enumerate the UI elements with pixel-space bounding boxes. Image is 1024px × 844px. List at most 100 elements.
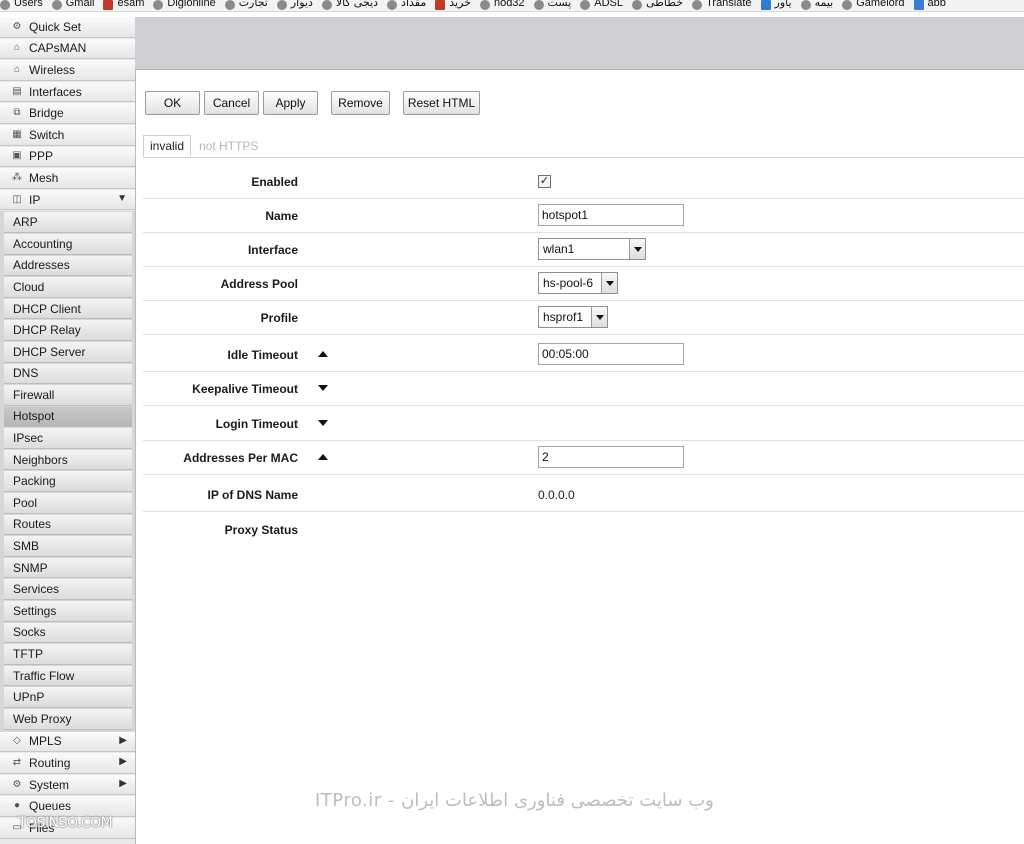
bookmark-item[interactable]: Digionline [153,0,216,10]
profile-select[interactable]: hsprof1 [538,306,608,328]
expand-arrow-icon[interactable] [318,420,328,426]
sidebar-item-bridge[interactable]: ⧉ Bridge [0,103,135,124]
submenu-item-addresses[interactable]: Addresses [4,255,132,277]
bookmark-item[interactable]: مقداد [387,0,426,10]
cancel-button[interactable]: Cancel [204,91,259,115]
bookmarks-bar: Users Gmail esam Digionline تجارت دیوار دیجی ک… [0,0,1024,12]
ip-of-dns-name-value: 0.0.0.0 [538,488,575,502]
chevron-down-icon[interactable] [591,307,607,327]
bookmark-item[interactable]: esam [103,0,144,10]
favicon-icon [153,0,164,10]
submenu-item-hotspot[interactable]: Hotspot [4,406,132,428]
enabled-checkbox[interactable]: ✓ [538,175,551,188]
apply-button[interactable]: Apply [263,91,318,115]
submenu-item-cloud[interactable]: Cloud [4,277,132,298]
sidebar-item-mesh[interactable]: ⁂ Mesh [0,168,135,189]
submenu-item-packing[interactable]: Packing [4,471,132,493]
submenu-item-ipsec[interactable]: IPsec [4,428,132,449]
addresses-per-mac-input[interactable] [538,446,684,468]
submenu-item-settings[interactable]: Settings [4,601,132,622]
submenu-item-dhcp-server[interactable]: DHCP Server [4,341,132,363]
submenu-item-pool[interactable]: Pool [4,493,132,514]
idle-timeout-label: Idle Timeout [227,348,298,362]
expand-arrow-icon[interactable] [318,385,328,391]
submenu-item-dns[interactable]: DNS [4,363,132,385]
bookmark-item[interactable]: Gamelord [842,0,905,10]
sidebar-item-queues[interactable]: ● Queues [0,796,135,817]
bookmark-item[interactable]: خرید [435,0,471,10]
bookmark-item[interactable]: پست [533,0,572,10]
bookmark-label: Users [14,0,43,9]
interface-select[interactable]: wlan1 [538,238,646,260]
sidebar-item-capsman[interactable]: ⌂ CAPsMAN [0,38,135,60]
submenu-item-traffic-flow[interactable]: Traffic Flow [4,665,132,687]
address-pool-select[interactable]: hs-pool-6 [538,272,618,294]
profile-value: hsprof1 [543,310,584,324]
bookmark-item[interactable]: تجارت [224,0,268,10]
bookmark-item[interactable]: خطاطی [631,0,683,10]
bookmark-item[interactable]: یاور [760,0,792,10]
remove-button[interactable]: Remove [331,91,390,115]
submenu-item-smb[interactable]: SMB [4,536,132,557]
idle-timeout-input[interactable] [538,343,684,365]
submenu-item-dhcp-relay[interactable]: DHCP Relay [4,320,132,341]
chevron-down-icon[interactable] [629,239,645,259]
capsman-icon: ⌂ [13,42,21,54]
bookmark-item[interactable]: Translate [692,0,752,10]
bookmark-item[interactable]: abb [913,0,946,10]
submenu-item-routes[interactable]: Routes [4,514,132,536]
submenu-item-accounting[interactable]: Accounting [4,233,132,255]
sidebar-item-ip[interactable]: ◫ IP ▼ [0,189,135,211]
submenu-item-neighbors[interactable]: Neighbors [4,449,132,471]
sidebar-item-wireless[interactable]: ⌂ Wireless [0,60,135,81]
submenu-item-upnp[interactable]: UPnP [4,687,132,708]
sidebar-item-interfaces[interactable]: ▤ Interfaces [0,81,135,103]
sidebar-item-ppp[interactable]: ▣ PPP [0,146,135,168]
name-input[interactable] [538,204,684,226]
bookmark-item[interactable]: nod32 [479,0,525,10]
proxy-status-label: Proxy Status [224,523,298,537]
sidebar-item-mpls[interactable]: ◇ MPLS ▶ [0,731,135,753]
submenu-item-tftp[interactable]: TFTP [4,644,132,665]
ok-button[interactable]: OK [145,91,200,115]
row-address-pool: Address Pool hs-pool-6 [143,267,1024,301]
bookmark-item[interactable]: دیجی کالا [321,0,378,10]
bookmark-item[interactable]: Users [0,0,43,10]
favicon-icon [0,0,10,10]
sidebar-item-label: Quick Set [29,19,82,34]
bookmark-item[interactable]: Gmail [51,0,94,10]
collapse-arrow-icon[interactable] [318,351,328,357]
sidebar-item-label: Bridge [29,106,64,121]
bookmark-label: Translate [706,0,752,9]
queues-icon: ● [13,800,21,812]
sidebar-item-quick-set[interactable]: ⚙ Quick Set [0,17,135,38]
submenu-item-web-proxy[interactable]: Web Proxy [4,709,132,730]
favicon-icon [479,0,490,10]
bookmark-item[interactable]: ADSL [580,0,623,10]
reset-html-button[interactable]: Reset HTML [403,91,480,115]
top-header-bar [135,17,1024,70]
collapse-arrow-icon[interactable] [318,454,328,460]
bookmark-item[interactable]: دیوار [276,0,313,10]
sidebar-item-label: PPP [29,149,54,164]
tab-invalid[interactable]: invalid [143,135,192,157]
submenu-item-firewall[interactable]: Firewall [4,385,132,406]
submenu-item-socks[interactable]: Socks [4,622,132,644]
submenu-item-services[interactable]: Services [4,579,132,601]
ip-of-dns-name-label: IP of DNS Name [207,488,298,502]
sidebar-item-switch[interactable]: ▦ Switch [0,124,135,146]
routing-icon: ⇄ [12,756,22,768]
bookmark-label: Digionline [167,0,216,9]
chevron-down-icon[interactable] [601,273,617,293]
sidebar-item-routing[interactable]: ⇄ Routing ▶ [0,753,135,774]
submenu-item-arp[interactable]: ARP [4,212,132,233]
row-proxy-status: Proxy Status [143,513,1024,547]
sidebar-item-label: Queues [29,799,72,814]
submenu-item-snmp[interactable]: SNMP [4,557,132,579]
bookmark-label: پست [547,0,572,9]
tab-not-https[interactable]: not HTTPS [193,135,264,157]
sidebar-item-system[interactable]: ⚙ System ▶ [0,774,135,796]
row-enabled: Enabled ✓ [143,165,1024,199]
bookmark-item[interactable]: بیمه [800,0,833,10]
submenu-item-dhcp-client[interactable]: DHCP Client [4,298,132,320]
